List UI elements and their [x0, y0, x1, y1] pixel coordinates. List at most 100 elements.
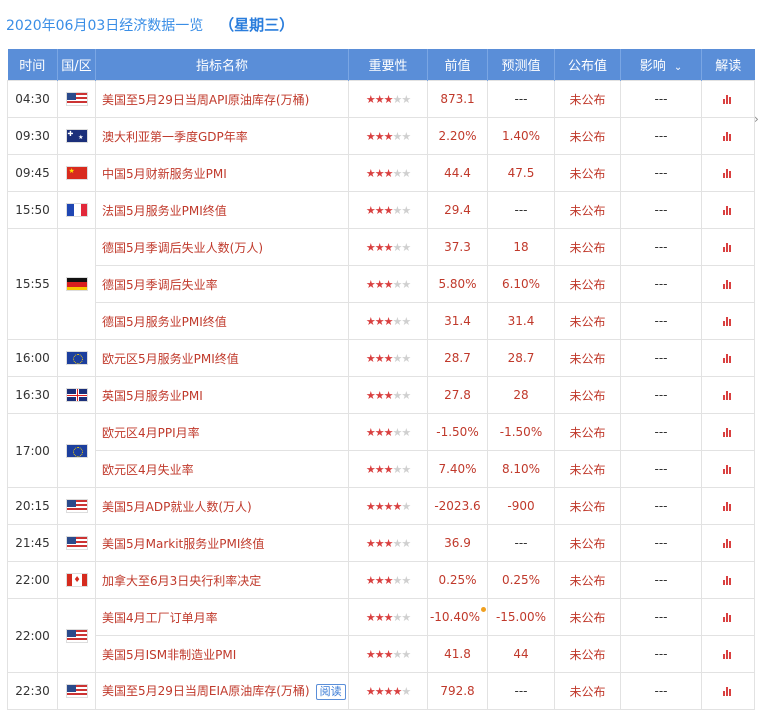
star-empty-icon: ★ [401, 93, 411, 106]
bar-chart-icon[interactable] [723, 650, 733, 659]
bar-chart-icon[interactable] [723, 502, 733, 511]
table-row: 09:30 ✚ ★ 澳大利亚第一季度GDP年率 ★★★★★ 2.20% 1.40% 未公布 --… [7, 117, 755, 155]
bar-chart-icon[interactable] [723, 354, 733, 363]
indicator-cell[interactable]: 美国5月ISM非制造业PMI [95, 635, 349, 673]
analysis-cell[interactable] [701, 487, 755, 525]
bar-chart-icon[interactable] [723, 317, 733, 326]
col-impact-dropdown[interactable]: 影响 ⌄ [620, 49, 702, 81]
bar-chart-icon[interactable] [723, 465, 733, 474]
analysis-cell[interactable] [701, 154, 755, 192]
indicator-name[interactable]: 美国5月ISM非制造业PMI [102, 648, 236, 662]
bar-chart-icon[interactable] [723, 539, 733, 548]
bar-chart-icon[interactable] [723, 576, 733, 585]
time-cell: 20:15 [7, 487, 58, 525]
indicator-cell[interactable]: 法国5月服务业PMI终值 [95, 191, 349, 229]
bar-chart-icon[interactable] [723, 132, 733, 141]
indicator-name[interactable]: 欧元区4月失业率 [102, 463, 194, 477]
flag-eu-icon [65, 351, 88, 366]
analysis-cell[interactable] [701, 413, 755, 451]
bar-chart-icon[interactable] [723, 243, 733, 252]
analysis-cell[interactable] [701, 376, 755, 414]
indicator-cell[interactable]: 欧元区4月PPI月率 [95, 413, 349, 451]
actual-value-cell: 未公布 [554, 524, 621, 562]
previous-value: 29.4 [444, 203, 471, 217]
analysis-cell[interactable] [701, 265, 755, 303]
indicator-name[interactable]: 美国至5月29日当周EIA原油库存(万桶) [102, 684, 310, 698]
indicator-name[interactable]: 法国5月服务业PMI终值 [102, 204, 227, 218]
time-cell: 16:00 [7, 339, 58, 377]
indicator-cell[interactable]: 美国5月ADP就业人数(万人) [95, 487, 349, 525]
indicator-name[interactable]: 加拿大至6月3日央行利率决定 [102, 574, 261, 588]
impact-cell: --- [620, 376, 702, 414]
indicator-cell[interactable]: 美国5月Markit服务业PMI终值 [95, 524, 349, 562]
bar-chart-icon[interactable] [723, 391, 733, 400]
analysis-cell[interactable] [701, 228, 755, 266]
star-filled-icon: ★ [365, 574, 376, 587]
importance-cell: ★★★★★ [348, 117, 428, 155]
forecast-value-cell: 8.10% [487, 450, 555, 488]
impact-cell: --- [620, 672, 702, 710]
analysis-cell[interactable] [701, 524, 755, 562]
analysis-cell[interactable] [701, 672, 755, 710]
bar-chart-icon[interactable] [723, 280, 733, 289]
indicator-name[interactable]: 德国5月季调后失业人数(万人) [102, 241, 263, 255]
indicator-name[interactable]: 美国5月Markit服务业PMI终值 [102, 537, 264, 551]
bar-chart-icon[interactable] [723, 95, 733, 104]
indicator-name[interactable]: 欧元区5月服务业PMI终值 [102, 352, 239, 366]
indicator-name[interactable]: 英国5月服务业PMI [102, 389, 203, 403]
analysis-cell[interactable] [701, 339, 755, 377]
actual-value-cell: 未公布 [554, 339, 621, 377]
star-empty-icon: ★ [401, 500, 411, 513]
indicator-name[interactable]: 德国5月服务业PMI终值 [102, 315, 227, 329]
bar-chart-icon[interactable] [723, 206, 733, 215]
analysis-cell[interactable] [701, 450, 755, 488]
analysis-cell[interactable] [701, 561, 755, 599]
chevron-right-icon[interactable]: › [754, 112, 759, 126]
indicator-cell[interactable]: 欧元区4月失业率 [95, 450, 349, 488]
analysis-cell[interactable] [701, 598, 755, 636]
analysis-cell[interactable] [701, 191, 755, 229]
indicator-cell[interactable]: 欧元区5月服务业PMI终值 [95, 339, 349, 377]
indicator-name[interactable]: 美国5月ADP就业人数(万人) [102, 500, 252, 514]
indicator-cell[interactable]: 德国5月服务业PMI终值 [95, 302, 349, 340]
indicator-name[interactable]: 美国4月工厂订单月率 [102, 611, 218, 625]
forecast-value-cell: 28.7 [487, 339, 555, 377]
indicator-cell[interactable]: 美国4月工厂订单月率 [95, 598, 349, 636]
flag-gb-icon [65, 388, 88, 403]
star-filled-icon: ★ [374, 315, 385, 328]
star-filled-icon: ★ [374, 278, 385, 291]
indicator-name[interactable]: 德国5月季调后失业率 [102, 278, 218, 292]
analysis-cell[interactable] [701, 80, 755, 118]
analysis-cell[interactable] [701, 635, 755, 673]
importance-cell: ★★★★★ [348, 154, 428, 192]
impact-cell: --- [620, 561, 702, 599]
bar-chart-icon[interactable] [723, 169, 733, 178]
chevron-down-icon: ⌄ [673, 62, 683, 73]
read-button[interactable]: 阅读 [315, 684, 346, 700]
previous-value: -10.40% [429, 610, 481, 624]
indicator-cell[interactable]: 中国5月财新服务业PMI [95, 154, 349, 192]
bar-chart-icon[interactable] [723, 428, 733, 437]
previous-value-cell: 27.8 [427, 376, 488, 414]
table-row: 16:30 英国5月服务业PMI ★★★★★ 27.8 28 未公布 --- [7, 376, 755, 414]
indicator-cell[interactable]: 美国至5月29日当周EIA原油库存(万桶) 阅读 [95, 672, 349, 710]
indicator-cell[interactable]: 美国至5月29日当周API原油库存(万桶) [95, 80, 349, 118]
bar-chart-icon[interactable] [723, 613, 733, 622]
indicator-name[interactable]: 美国至5月29日当周API原油库存(万桶) [102, 93, 309, 107]
star-filled-icon: ★ [374, 426, 385, 439]
indicator-cell[interactable]: 德国5月季调后失业人数(万人) [95, 228, 349, 266]
indicator-cell[interactable]: 德国5月季调后失业率 [95, 265, 349, 303]
indicator-name[interactable]: 欧元区4月PPI月率 [102, 426, 200, 440]
indicator-cell[interactable]: 英国5月服务业PMI [95, 376, 349, 414]
flag-au-icon: ✚ ★ [65, 129, 88, 144]
star-filled-icon: ★ [365, 685, 376, 698]
indicator-cell[interactable]: 澳大利亚第一季度GDP年率 [95, 117, 349, 155]
indicator-cell[interactable]: 加拿大至6月3日央行利率决定 [95, 561, 349, 599]
analysis-cell[interactable] [701, 117, 755, 155]
previous-value-cell: 31.4 [427, 302, 488, 340]
bar-chart-icon[interactable] [723, 687, 733, 696]
analysis-cell[interactable] [701, 302, 755, 340]
indicator-name[interactable]: 中国5月财新服务业PMI [102, 167, 227, 181]
indicator-name[interactable]: 澳大利亚第一季度GDP年率 [102, 130, 248, 144]
col-actual: 公布值 [554, 49, 621, 81]
